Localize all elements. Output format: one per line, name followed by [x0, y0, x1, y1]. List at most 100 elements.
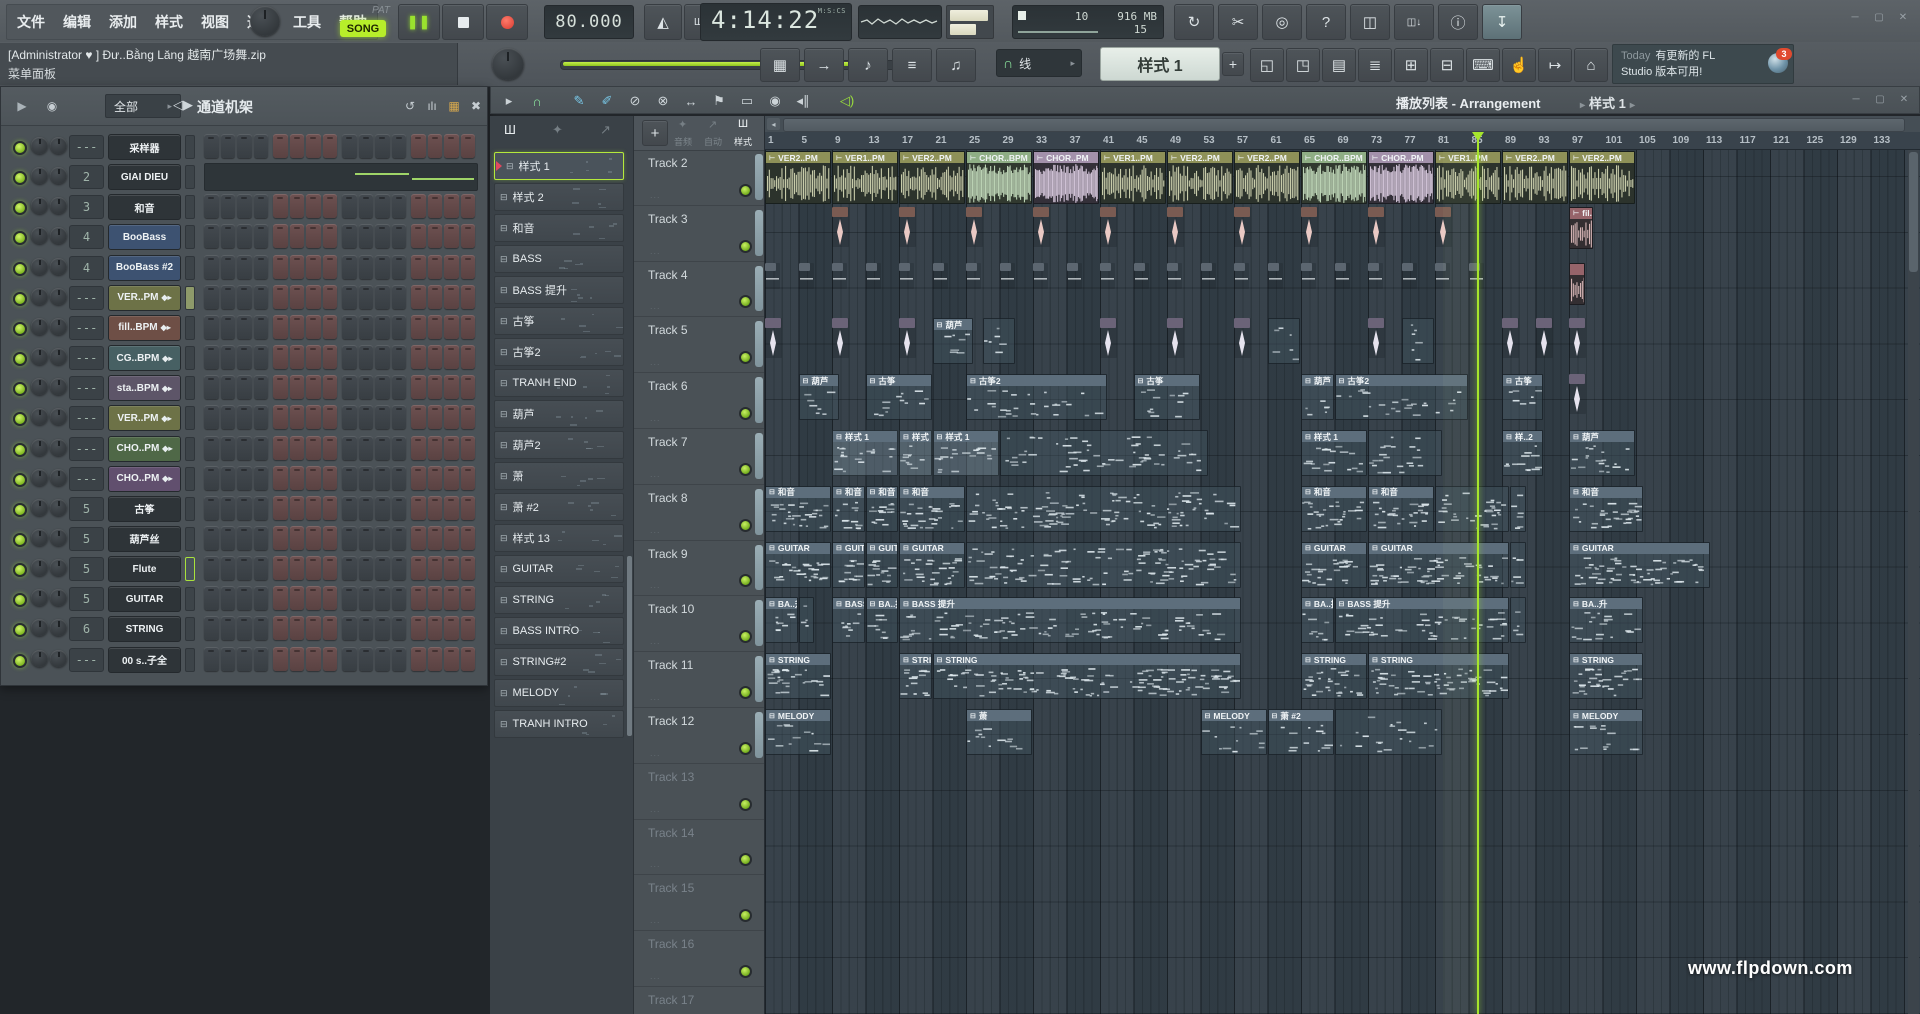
pattern-clip[interactable] — [1510, 597, 1526, 643]
step-cell[interactable] — [204, 315, 219, 339]
step-cell[interactable] — [290, 586, 305, 610]
step-cell[interactable] — [428, 375, 443, 399]
step-cell[interactable] — [323, 556, 338, 580]
step-cell[interactable] — [221, 345, 236, 369]
vscroll-thumb[interactable] — [1909, 152, 1918, 272]
step-cell[interactable] — [444, 436, 459, 460]
channel-meter[interactable] — [185, 406, 195, 430]
playlist-vscrollbar[interactable] — [1908, 150, 1919, 1014]
step-cell[interactable] — [273, 375, 288, 399]
step-cell[interactable] — [290, 255, 305, 279]
pattern-clip[interactable]: ⊟BASS 提升 — [832, 597, 865, 643]
menu-item-6[interactable]: 工具 — [293, 12, 321, 32]
pattern-clip[interactable]: ⊟样..2 — [1502, 430, 1543, 476]
step-cell[interactable] — [461, 405, 476, 429]
playback-tool-icon[interactable]: ◂∥ — [791, 90, 815, 112]
step-cell[interactable] — [359, 647, 374, 671]
channel-pan-knob[interactable] — [31, 529, 48, 546]
channel-button[interactable]: BooBass — [108, 224, 181, 250]
channel-button[interactable]: CG..BPM◆▸ — [108, 345, 181, 371]
channel-pan-knob[interactable] — [31, 137, 48, 154]
step-cell[interactable] — [342, 345, 357, 369]
step-cell[interactable] — [461, 315, 476, 339]
step-cell[interactable] — [342, 255, 357, 279]
audio-clip[interactable]: ⊢VER2..PM — [899, 151, 965, 204]
delete-tool-icon[interactable]: ⊘ — [623, 90, 647, 112]
track-mute-led[interactable] — [739, 965, 752, 978]
channel-button[interactable]: 采样器 — [108, 134, 181, 160]
audio-clip[interactable]: ⊢VER2..PM — [1167, 151, 1233, 204]
channel-enable-led[interactable] — [13, 533, 27, 547]
step-cell[interactable] — [237, 616, 252, 640]
channel-meter[interactable] — [185, 467, 195, 491]
channel-target-box[interactable]: 5 — [69, 527, 104, 551]
step-cell[interactable] — [392, 436, 407, 460]
track-mute-led[interactable] — [739, 407, 752, 420]
step-cell[interactable] — [306, 194, 321, 218]
step-cell[interactable] — [444, 194, 459, 218]
pattern-clip[interactable]: ⊟样式 1 — [933, 430, 999, 476]
audio-hit-clip[interactable] — [765, 318, 782, 358]
step-cell[interactable] — [444, 496, 459, 520]
step-cell[interactable] — [306, 315, 321, 339]
step-cell[interactable] — [221, 526, 236, 550]
pattern-clip[interactable]: ⊟STRING — [1569, 653, 1643, 699]
step-cell[interactable] — [290, 526, 305, 550]
detach-arrow-icon[interactable]: ▸ — [497, 90, 521, 112]
step-cell[interactable] — [411, 526, 426, 550]
audio-dash-clip[interactable] — [1000, 263, 1015, 289]
step-cell[interactable] — [306, 556, 321, 580]
audio-clip[interactable]: ⊢CHOR..BPM — [966, 151, 1032, 204]
step-cell[interactable] — [323, 194, 338, 218]
step-cell[interactable] — [375, 616, 390, 640]
audio-clip[interactable]: ⊢CHOR..BPM — [1301, 151, 1367, 204]
piano-roll-button[interactable]: ♪ — [848, 48, 888, 82]
track-mute-led[interactable] — [739, 519, 752, 532]
pattern-clip[interactable]: ⊟GUITAR — [899, 542, 965, 588]
step-cell[interactable] — [444, 315, 459, 339]
track-header[interactable]: Track 12... — [634, 708, 764, 764]
channel-target-box[interactable]: 2 — [69, 165, 104, 189]
step-cell[interactable] — [411, 315, 426, 339]
step-cell[interactable] — [461, 586, 476, 610]
track-header[interactable]: Track 6... — [634, 373, 764, 429]
audio-clip[interactable]: ⊢CHOR..PM — [1368, 151, 1434, 204]
menu-item-2[interactable]: 添加 — [109, 12, 137, 32]
step-cell[interactable] — [323, 375, 338, 399]
cut-button[interactable]: ✂ — [1218, 4, 1258, 40]
channel-enable-led[interactable] — [13, 322, 27, 336]
pattern-clip[interactable] — [1335, 709, 1443, 755]
pattern-item[interactable]: ⊟样式 13 — [494, 524, 624, 552]
channel-pan-knob[interactable] — [31, 348, 48, 365]
audio-dash-clip[interactable] — [1402, 263, 1417, 289]
step-cell[interactable] — [254, 285, 269, 309]
picker-scrollbar[interactable] — [627, 556, 632, 736]
step-cell[interactable] — [411, 285, 426, 309]
track-mute-led[interactable] — [739, 630, 752, 643]
track-header[interactable]: Track 9... — [634, 541, 764, 597]
step-cell[interactable] — [254, 255, 269, 279]
step-cell[interactable] — [359, 526, 374, 550]
pattern-clip[interactable] — [966, 542, 1241, 588]
track-header[interactable]: Track 4... — [634, 262, 764, 318]
step-cell[interactable] — [392, 586, 407, 610]
step-cell[interactable] — [375, 194, 390, 218]
channel-pan-knob[interactable] — [31, 318, 48, 335]
channel-enable-led[interactable] — [13, 503, 27, 517]
channel-volume-knob[interactable] — [50, 439, 67, 456]
audio-hit-clip[interactable] — [1569, 318, 1586, 358]
pattern-clip[interactable]: ⊟古筝 — [1134, 374, 1200, 420]
channel-button[interactable]: Flute — [108, 556, 181, 582]
pattern-clip[interactable] — [983, 318, 1016, 364]
pattern-clip[interactable]: ⊟和音 — [1569, 486, 1643, 532]
audio-hit-clip[interactable] — [1368, 318, 1385, 358]
step-cell[interactable] — [273, 586, 288, 610]
track-header[interactable]: Track 3... — [634, 206, 764, 262]
step-cell[interactable] — [323, 405, 338, 429]
step-cell[interactable] — [392, 616, 407, 640]
pattern-clip[interactable]: ⊟BA..提升 — [866, 597, 899, 643]
step-cell[interactable] — [237, 436, 252, 460]
view-tab-icon-1[interactable]: ↗ — [708, 118, 717, 131]
channel-enable-led[interactable] — [13, 473, 27, 487]
step-cell[interactable] — [428, 496, 443, 520]
